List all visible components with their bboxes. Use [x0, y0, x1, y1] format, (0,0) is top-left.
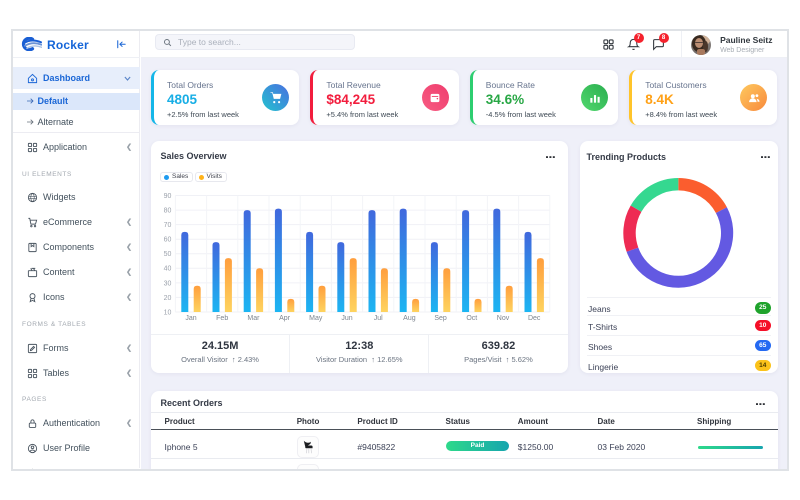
svg-text:60: 60 [164, 236, 172, 243]
svg-text:20: 20 [164, 294, 172, 301]
svg-text:Jul: Jul [374, 315, 383, 322]
svg-text:40: 40 [164, 265, 172, 272]
svg-text:50: 50 [164, 251, 172, 258]
svg-text:70: 70 [164, 222, 172, 229]
svg-text:Oct: Oct [466, 315, 477, 322]
svg-text:Dec: Dec [528, 315, 541, 322]
svg-text:Feb: Feb [216, 315, 228, 322]
svg-text:30: 30 [164, 280, 172, 287]
svg-text:80: 80 [164, 207, 172, 214]
svg-text:90: 90 [164, 192, 172, 199]
svg-text:Mar: Mar [247, 315, 260, 322]
svg-text:Nov: Nov [497, 315, 510, 322]
svg-text:Sep: Sep [434, 315, 447, 322]
svg-text:Jan: Jan [185, 315, 196, 322]
svg-text:10: 10 [164, 309, 172, 316]
svg-text:Aug: Aug [403, 315, 416, 322]
svg-text:Apr: Apr [279, 315, 291, 322]
svg-text:Jun: Jun [341, 315, 352, 322]
svg-text:May: May [309, 315, 323, 322]
